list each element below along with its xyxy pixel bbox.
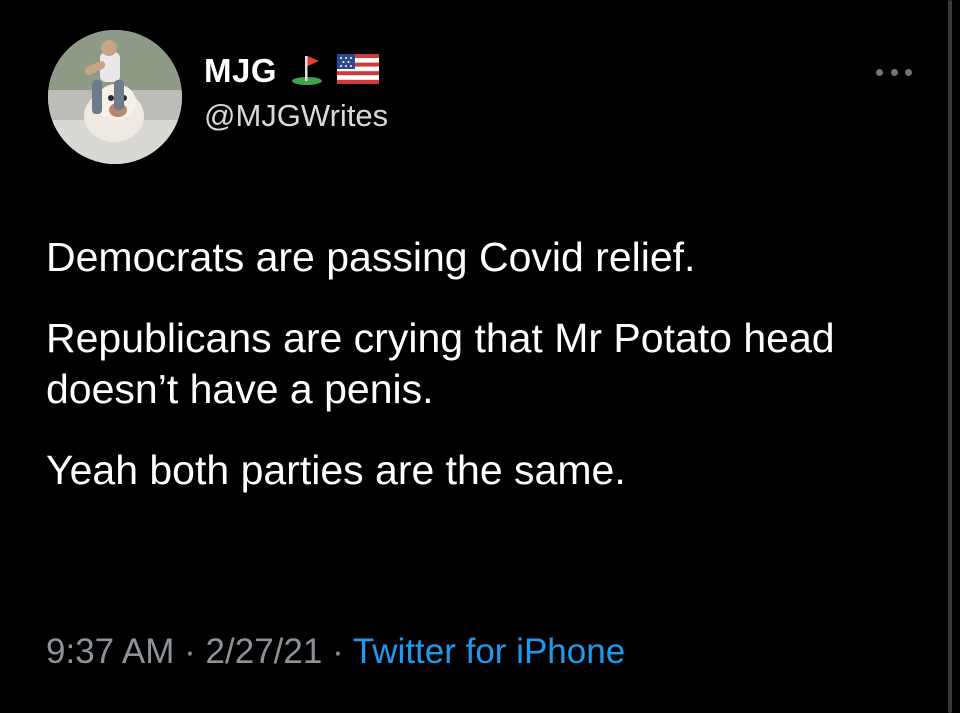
- tweet-paragraph: Yeah both parties are the same.: [46, 447, 626, 493]
- us-flag-icon: [337, 53, 380, 89]
- tweet-meta: 9:37 AM · 2/27/21 · Twitter for iPhone: [46, 632, 625, 672]
- tweet-text: Democrats are passing Covid relief. Repu…: [46, 232, 926, 526]
- more-options-icon[interactable]: [876, 66, 912, 78]
- tweet-time[interactable]: 9:37 AM: [46, 632, 174, 671]
- tweet-paragraph: Republicans are crying that Mr Potato he…: [46, 315, 835, 412]
- display-name[interactable]: MJG: [204, 52, 277, 90]
- scrollbar[interactable]: [948, 0, 952, 713]
- more-dot: [890, 68, 898, 76]
- tweet-card: MJG @MJGWrites Democrats are passing Cov…: [0, 0, 960, 713]
- avatar[interactable]: [48, 30, 182, 164]
- meta-separator: ·: [332, 632, 344, 671]
- tweet-date[interactable]: 2/27/21: [206, 632, 323, 671]
- meta-separator: ·: [184, 632, 196, 671]
- more-dot: [905, 68, 912, 76]
- user-handle[interactable]: @MJGWrites: [204, 98, 388, 134]
- name-row: MJG: [204, 50, 388, 92]
- tweet-header: MJG @MJGWrites: [204, 50, 388, 134]
- avatar-photo: [48, 30, 182, 164]
- tweet-source-link[interactable]: Twitter for iPhone: [353, 632, 625, 671]
- golf-flag-icon: [289, 52, 325, 91]
- more-dot: [876, 68, 883, 76]
- tweet-paragraph: Democrats are passing Covid relief.: [46, 234, 696, 280]
